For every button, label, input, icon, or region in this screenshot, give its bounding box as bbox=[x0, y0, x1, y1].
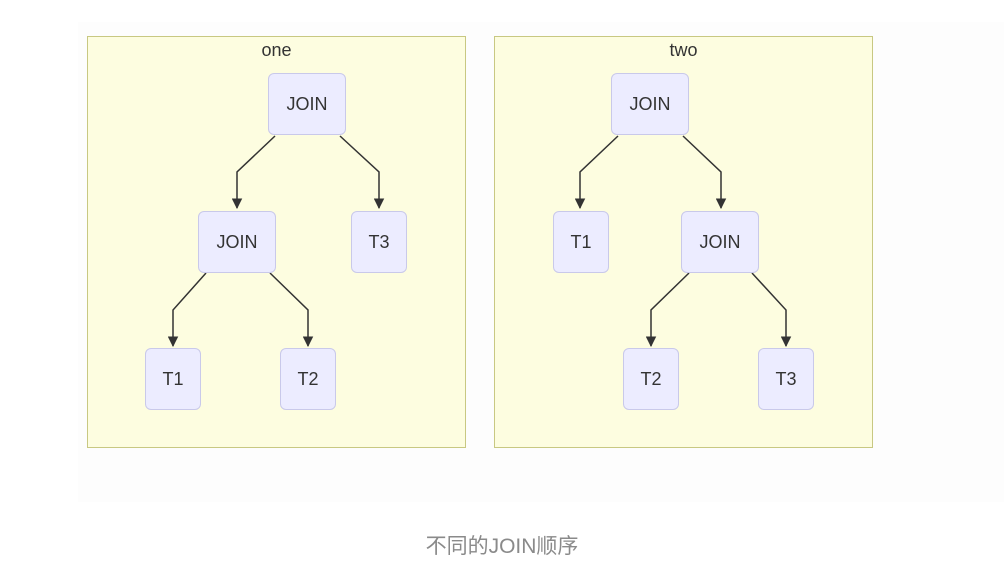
edge-layer bbox=[167, 135, 792, 348]
node-one-root-join: JOIN bbox=[268, 73, 346, 135]
edge-one-join-to-t1 bbox=[167, 272, 207, 348]
node-two-t1: T1 bbox=[553, 211, 609, 273]
edge-two-join-to-t2 bbox=[645, 272, 690, 348]
node-one-inner-join: JOIN bbox=[198, 211, 276, 273]
edge-two-root-to-join bbox=[682, 135, 727, 210]
node-one-t3: T3 bbox=[351, 211, 407, 273]
edge-one-root-to-t3 bbox=[339, 135, 385, 210]
node-two-t3: T3 bbox=[758, 348, 814, 410]
edge-one-join-to-t2 bbox=[269, 272, 314, 348]
edge-two-root-to-t1 bbox=[574, 135, 619, 210]
node-two-root-join: JOIN bbox=[611, 73, 689, 135]
edge-one-root-to-join bbox=[231, 135, 276, 210]
node-two-inner-join: JOIN bbox=[681, 211, 759, 273]
edge-two-join-to-t3 bbox=[751, 272, 792, 348]
node-two-t2: T2 bbox=[623, 348, 679, 410]
figure-caption: 不同的JOIN顺序 bbox=[425, 535, 579, 558]
node-one-t2: T2 bbox=[280, 348, 336, 410]
node-one-t1: T1 bbox=[145, 348, 201, 410]
